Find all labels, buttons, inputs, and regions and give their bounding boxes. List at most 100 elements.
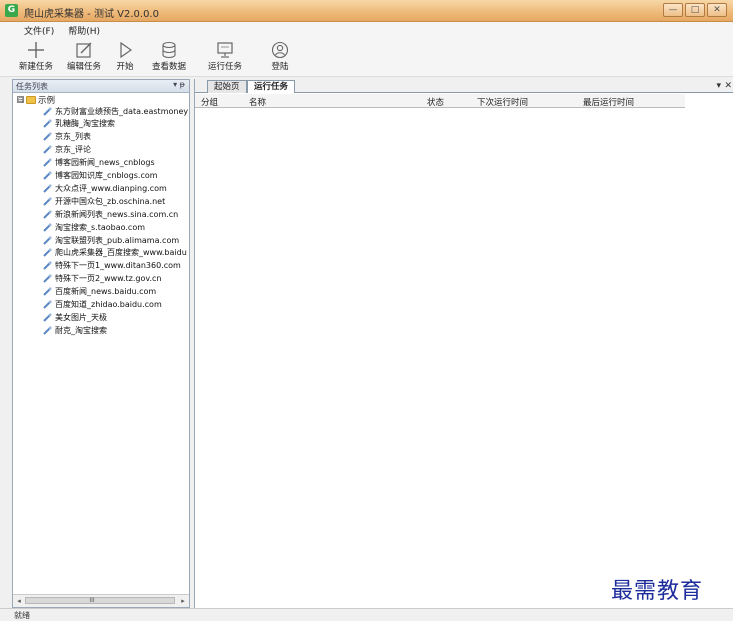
database-icon — [162, 41, 176, 59]
tab-menu-button[interactable]: ▾ — [716, 81, 721, 91]
tree-root-label: 示例 — [38, 95, 56, 106]
scroll-left-icon[interactable]: ◂ — [14, 596, 24, 606]
plus-icon — [28, 42, 44, 58]
task-icon — [43, 287, 52, 296]
window-controls: — □ ✕ — [663, 3, 727, 17]
tree-root-example[interactable]: ⊟ 示例 — [17, 94, 56, 106]
column-next-run-time[interactable]: 下次运行时间 — [477, 96, 528, 108]
column-last-run-time[interactable]: 最后运行时间 — [583, 96, 634, 108]
task-item[interactable]: 博客园新闻_news_cnblogs — [43, 157, 155, 169]
title-bar: G 爬山虎采集器 - 测试 V2.0.0.0 — □ ✕ — [0, 0, 733, 22]
task-item-label: 博客园新闻_news_cnblogs — [55, 158, 155, 168]
menu-bar: 文件(F) 帮助(H) — [0, 22, 733, 39]
task-list-title: 任务列表 — [16, 82, 48, 91]
task-item-label: 特殊下一页2_www.tz.gov.cn — [55, 274, 162, 284]
start-label: 开始 — [116, 62, 134, 72]
task-item[interactable]: 美女图片_天极 — [43, 311, 107, 323]
task-icon — [43, 248, 52, 258]
monitor-icon — [217, 42, 233, 58]
task-item-label: 美女图片_天极 — [55, 312, 107, 322]
task-icon — [43, 184, 52, 193]
new-task-button[interactable]: 新建任务 — [18, 41, 54, 72]
task-icon — [43, 326, 52, 335]
task-item-label: 新浪新闻列表_news.sina.com.cn — [55, 209, 179, 219]
run-task-label: 运行任务 — [207, 62, 242, 72]
task-icon — [43, 145, 52, 154]
tab-close-button[interactable]: ✕ — [724, 81, 732, 91]
task-icon — [43, 158, 52, 167]
app-logo-icon: G — [5, 4, 18, 17]
task-item[interactable]: 百度新闻_news.baidu.com — [43, 286, 156, 298]
task-item[interactable]: 特殊下一页1_www.ditan360.com — [43, 260, 181, 272]
task-item-label: 京东_列表 — [55, 132, 91, 142]
task-tree: ⊟ 示例 东方财富业绩预告_data.eastmoney 乳糖酶_淘宝搜索京东_列… — [13, 93, 189, 594]
task-icon — [43, 313, 52, 322]
scrollbar-thumb[interactable] — [25, 597, 175, 604]
task-item[interactable]: 乳糖酶_淘宝搜索 — [43, 118, 115, 130]
task-icon — [43, 261, 52, 271]
column-status[interactable]: 状态 — [427, 96, 444, 108]
status-text: 就绪 — [14, 611, 30, 620]
task-item[interactable]: 新浪新闻列表_news.sina.com.cn — [43, 208, 178, 220]
task-item[interactable]: 博客园知识库_cnblogs.com — [43, 170, 158, 182]
view-data-label: 查看数据 — [151, 62, 186, 72]
column-group[interactable]: 分组 — [201, 96, 218, 108]
task-item-label: 百度新闻_news.baidu.com — [55, 287, 157, 297]
task-item[interactable]: 爬山虎采集器_百度搜索_www.baidu — [43, 247, 187, 259]
play-icon — [120, 41, 133, 59]
start-button[interactable]: 开始 — [114, 41, 136, 72]
task-item-label: 博客园知识库_cnblogs.com — [55, 171, 158, 180]
scrollbar-grip: III — [89, 597, 95, 604]
run-task-button[interactable]: 运行任务 — [207, 41, 243, 72]
task-item[interactable]: 东方财富业绩预告_data.eastmoney — [43, 105, 188, 117]
column-name[interactable]: 名称 — [249, 96, 266, 108]
tab-start-page[interactable]: 起始页 — [207, 80, 247, 93]
task-item[interactable]: 淘宝搜索_s.taobao.com — [43, 221, 145, 233]
task-item-label: 爬山虎采集器_百度搜索_www.baidu — [55, 248, 187, 258]
task-item-label: 大众点评_www.dianping.com — [55, 183, 167, 193]
task-item[interactable]: 百度知道_zhidao.baidu.com — [43, 299, 162, 311]
status-bar: 就绪 — [0, 608, 733, 620]
new-task-label: 新建任务 — [18, 62, 53, 72]
task-icon — [43, 119, 52, 129]
close-button[interactable]: ✕ — [707, 3, 727, 17]
maximize-button[interactable]: □ — [685, 3, 705, 17]
tab-strip: 起始页 运行任务 ▾ ✕ — [195, 79, 733, 93]
task-item-label: 京东_评论 — [55, 145, 91, 155]
task-run-panel: 起始页 运行任务 ▾ ✕ 分组 名称 状态 下次运行时间 最后运行时间 — [194, 79, 733, 608]
task-icon — [43, 210, 52, 219]
edit-icon — [76, 42, 92, 58]
task-item[interactable]: 耐克_淘宝搜索 — [43, 324, 107, 336]
menu-help[interactable]: 帮助(H) — [68, 24, 100, 37]
task-item[interactable]: 特殊下一页2_www.tz.gov.cn — [43, 273, 162, 285]
folder-icon — [26, 95, 36, 104]
watermark-text: 最需教育 — [611, 579, 704, 604]
task-icon — [43, 106, 52, 116]
panel-pin-button[interactable]: ▾ ᵽ — [173, 80, 185, 89]
edit-task-button[interactable]: 编辑任务 — [66, 41, 102, 72]
task-item[interactable]: 淘宝联盟列表_pub.alimama.com — [43, 234, 179, 246]
task-item-label: 百度知道_zhidao.baidu.com — [55, 300, 162, 309]
task-icon — [43, 132, 52, 142]
task-item[interactable]: 京东_列表 — [43, 131, 91, 143]
scroll-right-icon[interactable]: ▸ — [178, 596, 188, 606]
task-grid-header: 分组 名称 状态 下次运行时间 最后运行时间 — [195, 94, 685, 108]
view-data-button[interactable]: 查看数据 — [150, 41, 188, 72]
task-item-label: 淘宝联盟列表_pub.alimama.com — [55, 235, 180, 245]
task-item-label: 特殊下一页1_www.ditan360.com — [55, 261, 181, 271]
user-icon — [271, 41, 289, 59]
task-list-header: 任务列表 ▾ ᵽ — [13, 80, 189, 93]
horizontal-scrollbar[interactable]: ◂ III ▸ — [13, 594, 189, 607]
login-button[interactable]: 登陆 — [268, 41, 292, 72]
collapse-icon[interactable]: ⊟ — [17, 96, 24, 104]
menu-file[interactable]: 文件(F) — [24, 24, 54, 37]
task-item[interactable]: 开源中国众包_zb.oschina.net — [43, 195, 165, 207]
task-item[interactable]: 大众点评_www.dianping.com — [43, 182, 167, 194]
task-item[interactable]: 京东_评论 — [43, 144, 91, 156]
tab-run-task[interactable]: 运行任务 — [247, 80, 296, 93]
task-item-label: 淘宝搜索_s.taobao.com — [55, 222, 146, 232]
edit-task-label: 编辑任务 — [66, 62, 101, 72]
task-icon — [43, 222, 52, 232]
minimize-button[interactable]: — — [663, 3, 683, 17]
task-item-label: 东方财富业绩预告_data.eastmoney — [55, 106, 189, 116]
